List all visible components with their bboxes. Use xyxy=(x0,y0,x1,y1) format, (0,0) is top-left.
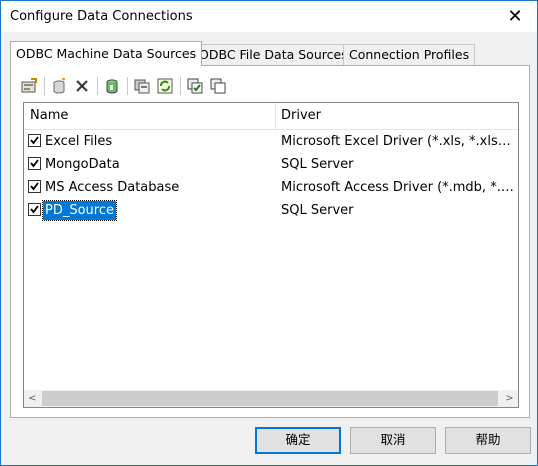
row-name: Excel Files xyxy=(45,134,113,149)
row-checkbox[interactable] xyxy=(28,157,41,170)
properties-button[interactable] xyxy=(19,76,39,96)
scrollbar-thumb[interactable] xyxy=(42,391,498,406)
checkmark-icon xyxy=(30,205,39,214)
row-driver: Microsoft Excel Driver (*.xls, *.xlsx, *… xyxy=(281,134,517,149)
delete-icon xyxy=(76,80,88,92)
column-header-driver[interactable]: Driver xyxy=(275,103,321,129)
odbc-admin-icon xyxy=(106,79,118,93)
close-icon: ✕ xyxy=(507,6,523,27)
uncheck-all-button[interactable] xyxy=(208,76,228,96)
row-name: PD_Source xyxy=(42,200,117,221)
chevron-right-icon: > xyxy=(505,393,514,404)
row-checkbox[interactable] xyxy=(28,203,41,216)
uncheck-all-icon xyxy=(210,78,225,94)
row-name: MongoData xyxy=(45,157,120,172)
list-item[interactable]: MongoData SQL Server xyxy=(24,153,518,176)
horizontal-scrollbar[interactable]: < > xyxy=(24,390,518,407)
odbc-admin-button[interactable] xyxy=(102,76,122,96)
help-button[interactable]: 帮助 xyxy=(445,427,531,454)
toolbar-separator xyxy=(127,77,128,95)
checkmark-icon xyxy=(30,159,39,168)
close-button[interactable]: ✕ xyxy=(493,1,537,32)
check-all-icon xyxy=(187,78,202,94)
checkmark-icon xyxy=(30,136,39,145)
refresh-icon xyxy=(157,78,173,94)
toolbar xyxy=(19,74,231,98)
tab-odbc-machine-data-sources[interactable]: ODBC Machine Data Sources xyxy=(10,41,203,66)
row-driver: Microsoft Access Driver (*.mdb, *.accdb) xyxy=(281,180,517,195)
add-data-source-icon xyxy=(53,77,65,93)
test-connection-icon xyxy=(134,79,149,94)
properties-icon xyxy=(21,78,37,93)
test-connection-button[interactable] xyxy=(132,76,152,96)
data-sources-list[interactable]: Name Driver Excel Files Microsoft Excel … xyxy=(23,102,519,408)
toolbar-separator xyxy=(97,77,98,95)
column-header-name[interactable]: Name xyxy=(24,103,68,129)
check-all-button[interactable] xyxy=(185,76,205,96)
row-checkbox[interactable] xyxy=(28,180,41,193)
list-item[interactable]: MS Access Database Microsoft Access Driv… xyxy=(24,176,518,199)
checkmark-icon xyxy=(30,182,39,191)
configure-data-connections-dialog: Configure Data Connections ✕ ODBC Machin… xyxy=(0,0,538,466)
scroll-left-button[interactable]: < xyxy=(24,390,41,407)
list-item[interactable]: Excel Files Microsoft Excel Driver (*.xl… xyxy=(24,130,518,153)
ok-button[interactable]: 确定 xyxy=(255,427,341,454)
add-data-source-button[interactable] xyxy=(49,76,69,96)
refresh-button[interactable] xyxy=(155,76,175,96)
toolbar-separator xyxy=(180,77,181,95)
row-name: MS Access Database xyxy=(45,180,180,195)
toolbar-separator xyxy=(44,77,45,95)
list-item-selected[interactable]: PD_Source SQL Server xyxy=(24,199,518,222)
tab-connection-profiles[interactable]: Connection Profiles xyxy=(343,44,476,65)
window-title: Configure Data Connections xyxy=(10,9,193,24)
delete-button[interactable] xyxy=(72,76,92,96)
list-header: Name Driver xyxy=(24,103,518,130)
tab-odbc-file-data-sources[interactable]: ODBC File Data Sources xyxy=(193,44,354,65)
title-bar: Configure Data Connections ✕ xyxy=(1,1,537,32)
scroll-right-button[interactable]: > xyxy=(501,390,518,407)
chevron-left-icon: < xyxy=(28,393,37,404)
cancel-button[interactable]: 取消 xyxy=(350,427,436,454)
row-checkbox[interactable] xyxy=(28,134,41,147)
row-driver: SQL Server xyxy=(281,157,354,172)
row-driver: SQL Server xyxy=(281,203,354,218)
